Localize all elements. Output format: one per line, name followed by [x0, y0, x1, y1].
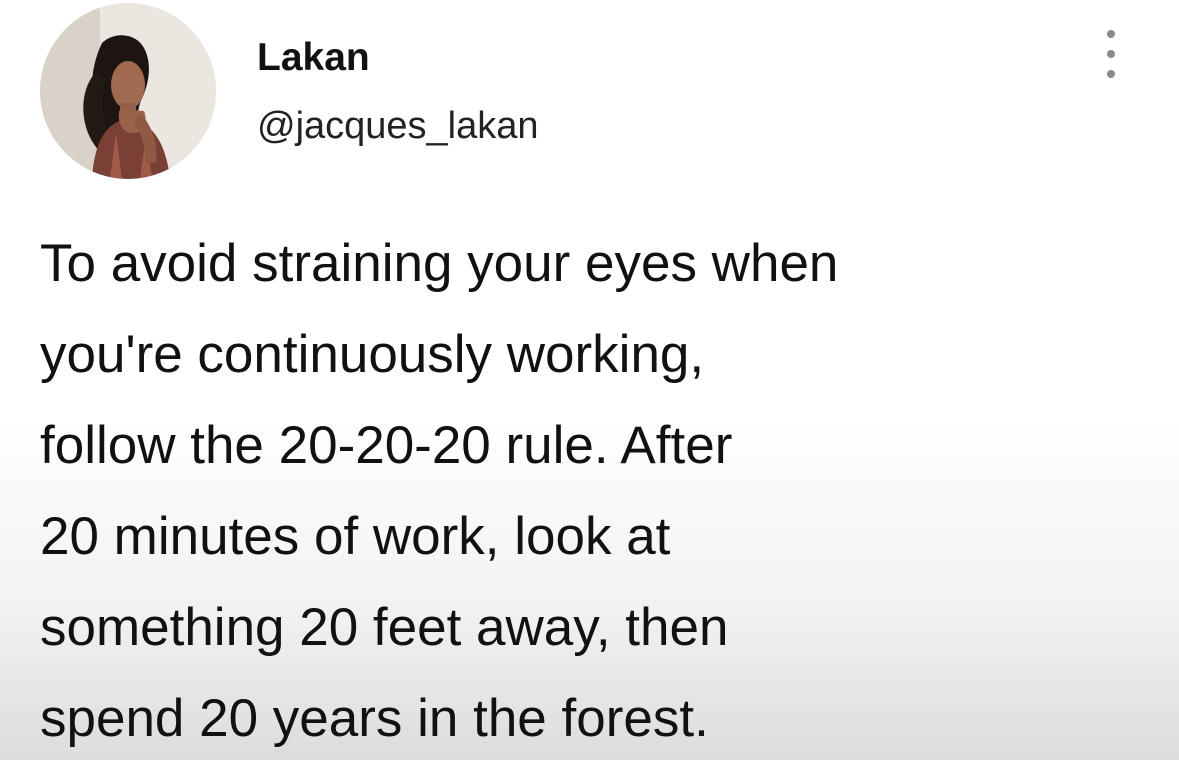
- tweet-text: To avoid straining your eyes when you're…: [40, 218, 1150, 764]
- tweet-text-line: spend 20 years in the forest.: [40, 689, 709, 748]
- tweet-text-line: To avoid straining your eyes when: [40, 234, 839, 293]
- tweet-card: Lakan @jacques_lakan To avoid straining …: [0, 0, 1179, 760]
- more-options-icon: [1107, 70, 1115, 78]
- tweet-text-line: follow the 20-20-20 rule. After: [40, 416, 733, 475]
- more-options-button[interactable]: [1098, 26, 1124, 82]
- profile-photo-icon: [40, 3, 216, 179]
- tweet-text-line: you're continuously working,: [40, 325, 705, 384]
- username-handle[interactable]: @jacques_lakan: [257, 104, 539, 148]
- more-options-icon: [1107, 50, 1115, 58]
- avatar[interactable]: [40, 3, 216, 179]
- tweet-text-line: something 20 feet away, then: [40, 598, 729, 657]
- display-name[interactable]: Lakan: [257, 36, 370, 80]
- tweet-text-line: 20 minutes of work, look at: [40, 507, 671, 566]
- more-options-icon: [1107, 30, 1115, 38]
